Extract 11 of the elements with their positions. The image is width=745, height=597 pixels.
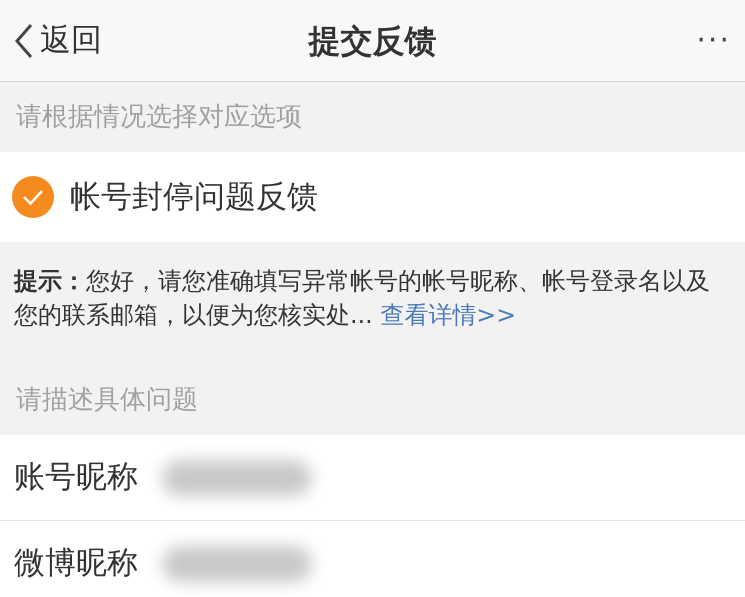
back-button[interactable]: 返回 <box>14 17 102 64</box>
page-title: 提交反馈 <box>308 20 436 62</box>
option-row[interactable]: 帐号封停问题反馈 <box>0 152 745 242</box>
more-button[interactable]: ··· <box>696 18 731 63</box>
section-header: 请根据情况选择对应选项 <box>16 100 302 134</box>
section-header: 请描述具体问题 <box>16 384 198 416</box>
input-field[interactable]: 账号昵称 <box>0 435 745 521</box>
details-link[interactable]: 查看详情>> <box>380 301 516 329</box>
input-field[interactable]: 微博昵称 <box>0 521 745 597</box>
notice-text: 提示：您好，请您准确填写异常帐号的帐号昵称、帐号登录名以及您的联系邮箱，以便为您核实处... 查看详情>> <box>14 266 711 331</box>
chevron-left-icon <box>14 22 34 58</box>
